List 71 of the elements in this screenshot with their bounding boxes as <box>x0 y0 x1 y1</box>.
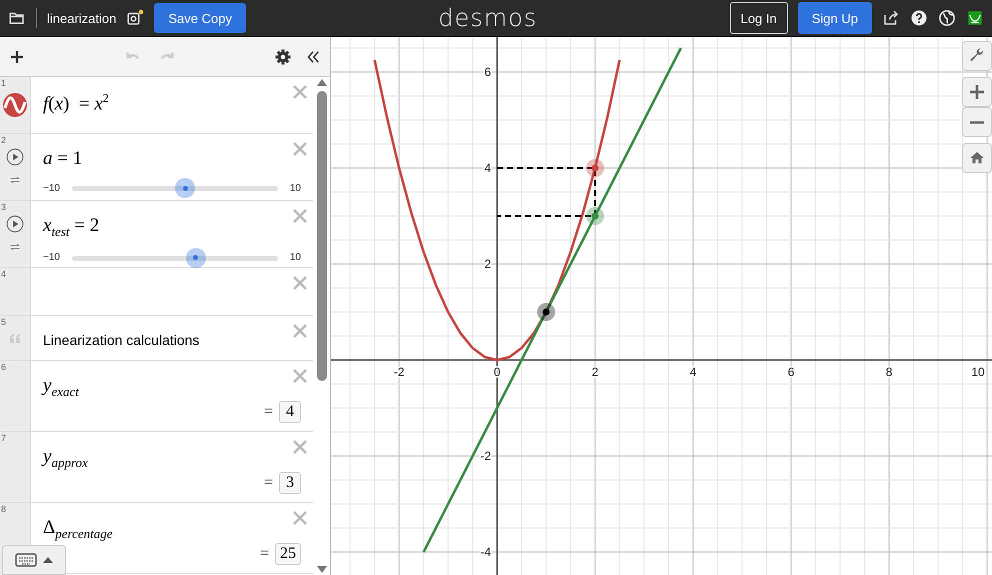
slider-max: 10 <box>290 252 301 264</box>
row-number: 6 <box>1 362 6 372</box>
badge-icon[interactable] <box>966 9 984 27</box>
tick-label: 2 <box>484 257 492 271</box>
play-icon[interactable] <box>6 148 24 166</box>
log-in-button[interactable]: Log In <box>730 2 788 34</box>
quote-icon <box>8 332 22 344</box>
row-number: 7 <box>1 433 6 443</box>
result-value: 3 <box>279 472 301 494</box>
point-marker[interactable] <box>537 303 556 321</box>
tick-label: -4 <box>480 544 492 559</box>
note-text[interactable]: Linearization calculations <box>43 332 301 348</box>
save-copy-button[interactable]: Save Copy <box>154 3 246 33</box>
slider-min: −10 <box>43 182 60 194</box>
row-number: 5 <box>1 317 6 327</box>
row-number: 3 <box>1 202 6 212</box>
plus-icon <box>970 85 984 99</box>
tick-label: 8 <box>886 365 892 379</box>
row-number: 2 <box>1 135 6 145</box>
tick-label: 2 <box>592 365 598 379</box>
wrench-button[interactable] <box>962 41 992 71</box>
caret-icon <box>43 556 53 564</box>
globe-icon[interactable] <box>938 9 956 27</box>
slider-max: 10 <box>290 182 301 194</box>
camera-icon[interactable] <box>126 9 144 27</box>
tick-label: 6 <box>788 365 794 379</box>
loop-icon[interactable] <box>8 174 22 186</box>
settings-icon[interactable] <box>274 48 292 66</box>
play-icon[interactable] <box>6 215 24 233</box>
zoom-in-button[interactable] <box>962 77 992 107</box>
math-expression[interactable]: y$_{approx}$ <box>43 446 301 471</box>
keyboard-icon <box>15 553 37 567</box>
row-number: 8 <box>1 504 6 514</box>
point-marker[interactable] <box>586 207 604 226</box>
result-value: 25 <box>275 543 301 565</box>
row-number: 1 <box>1 78 6 88</box>
tick-label: -2 <box>394 365 404 379</box>
equals-sign: = <box>264 403 273 421</box>
result-value: 4 <box>279 401 301 423</box>
math-expression[interactable]: x$_{test}$ = 2 <box>43 215 301 240</box>
scrollbar-thumb[interactable] <box>316 91 326 381</box>
math-expression[interactable]: f(x) = x$^{2}$ <box>43 91 301 116</box>
slider-thumb[interactable] <box>186 248 206 268</box>
graph-title[interactable]: linearization <box>47 10 116 26</box>
share-icon[interactable] <box>882 9 900 27</box>
equals-sign: = <box>260 545 269 563</box>
math-expression[interactable]: Δ$_{percentage}$ <box>43 517 301 542</box>
math-expression[interactable]: a = 1 <box>43 148 301 170</box>
zoom-out-button[interactable] <box>962 107 992 137</box>
desmos-logo: desmos <box>437 4 538 32</box>
graph-wave-icon[interactable] <box>2 92 28 118</box>
tick-label: 4 <box>690 365 696 379</box>
tick-label: 6 <box>484 65 492 80</box>
keyboard-toggle-button[interactable] <box>2 545 66 575</box>
home-button[interactable] <box>962 143 992 173</box>
slider-thumb[interactable] <box>175 178 196 198</box>
equals-sign: = <box>264 474 273 492</box>
loop-icon[interactable] <box>8 241 22 253</box>
row-number: 4 <box>1 269 6 279</box>
slider-track[interactable] <box>72 248 278 268</box>
point-marker[interactable] <box>586 159 604 178</box>
help-icon[interactable] <box>910 9 928 27</box>
tick-label: 4 <box>484 161 492 176</box>
sign-up-button[interactable]: Sign Up <box>798 2 872 34</box>
tick-label: 10 <box>971 365 985 379</box>
scroll-down-icon[interactable] <box>316 565 328 575</box>
slider-track[interactable] <box>72 178 278 198</box>
slider-min: −10 <box>43 252 60 264</box>
minus-icon <box>970 120 984 124</box>
tick-label: -2 <box>480 448 492 463</box>
math-expression[interactable]: y$_{exact}$ <box>43 375 301 400</box>
